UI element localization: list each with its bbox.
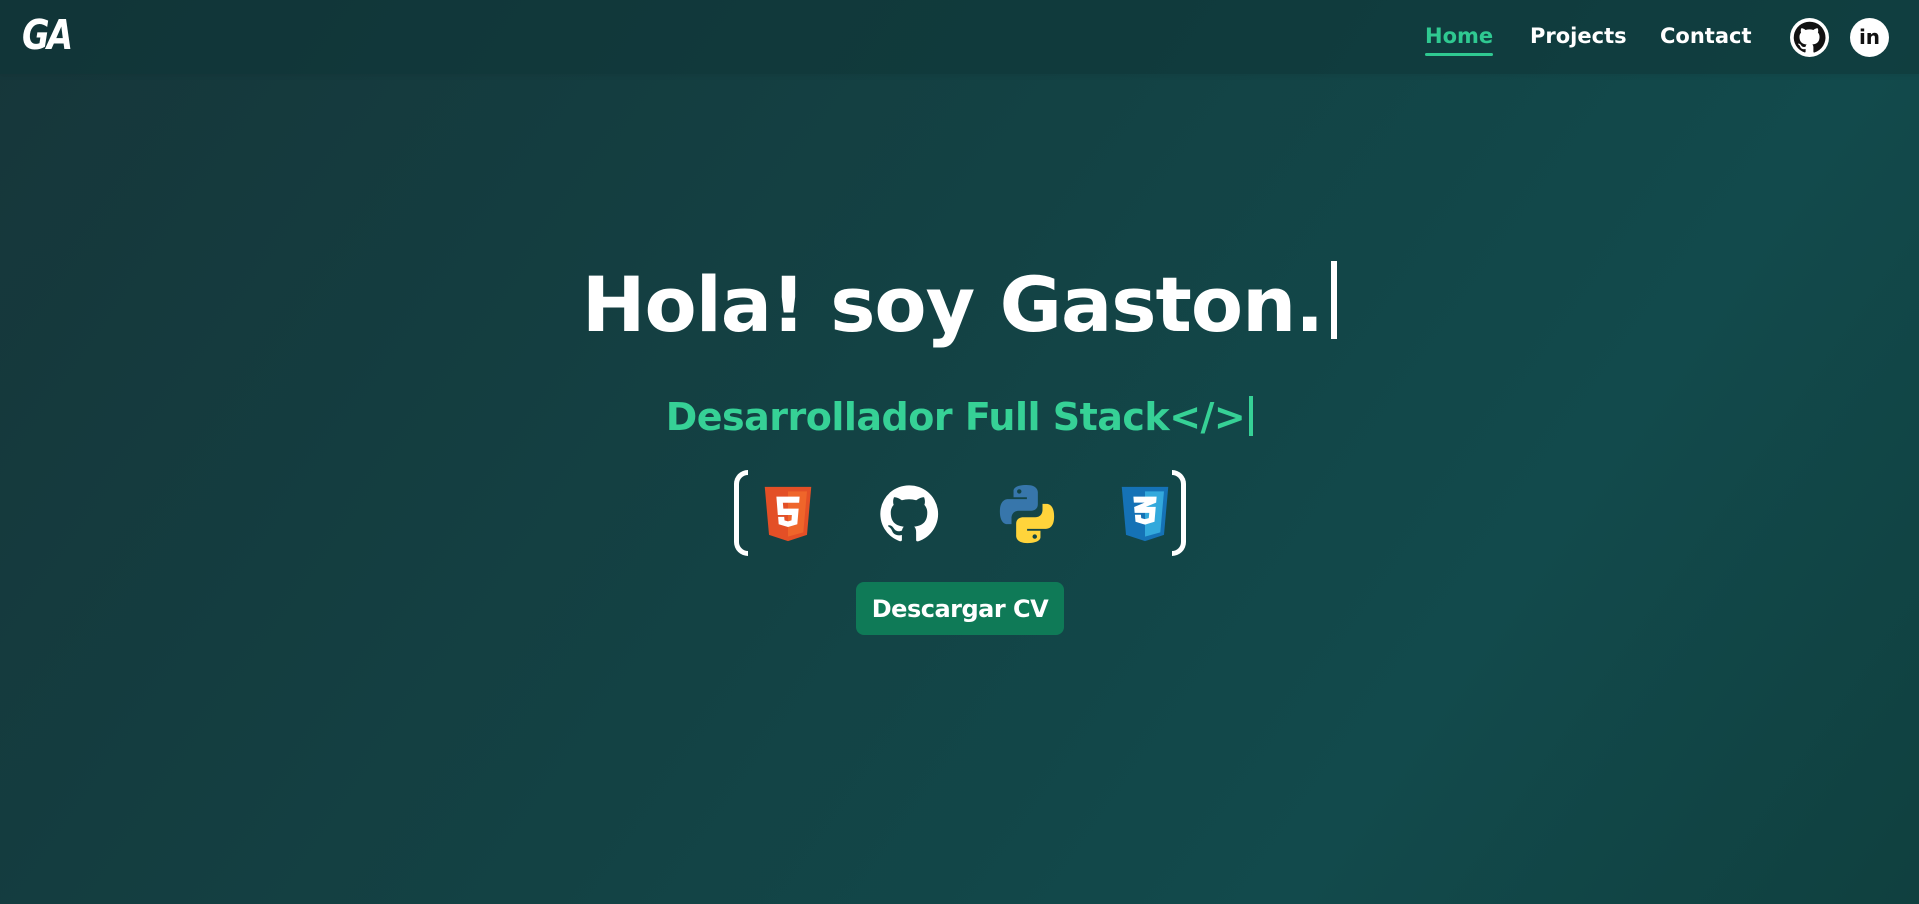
typing-cursor: [1331, 261, 1338, 339]
python-icon: [999, 484, 1055, 544]
hero-title: Hola! soy Gaston.: [0, 250, 1919, 360]
download-cv-button[interactable]: Descargar CV: [856, 582, 1064, 635]
navbar: GA Home Projects Contact in: [0, 0, 1919, 74]
github-icon: [1791, 19, 1828, 56]
nav-link-home[interactable]: Home: [1425, 22, 1494, 56]
right-bracket: [1172, 470, 1186, 556]
linkedin-icon: in: [1858, 24, 1881, 49]
css3-icon: [1121, 486, 1169, 542]
typing-cursor: [1249, 396, 1254, 436]
html5-icon: [764, 486, 812, 542]
left-bracket: [734, 470, 748, 556]
hero-title-text: Hola! soy Gaston.: [581, 260, 1324, 349]
hero-subtitle: Desarrollador Full Stack</>: [0, 392, 1919, 442]
linkedin-link[interactable]: in: [1850, 18, 1889, 57]
nav-link-projects[interactable]: Projects: [1530, 22, 1627, 50]
github-link[interactable]: [1790, 18, 1829, 57]
skills-carousel: [734, 470, 1186, 556]
site-logo[interactable]: GA: [22, 13, 73, 57]
hero-subtitle-text: Desarrollador Full Stack</>: [665, 395, 1246, 439]
nav-link-contact[interactable]: Contact: [1660, 22, 1752, 50]
github-icon: [880, 485, 939, 542]
